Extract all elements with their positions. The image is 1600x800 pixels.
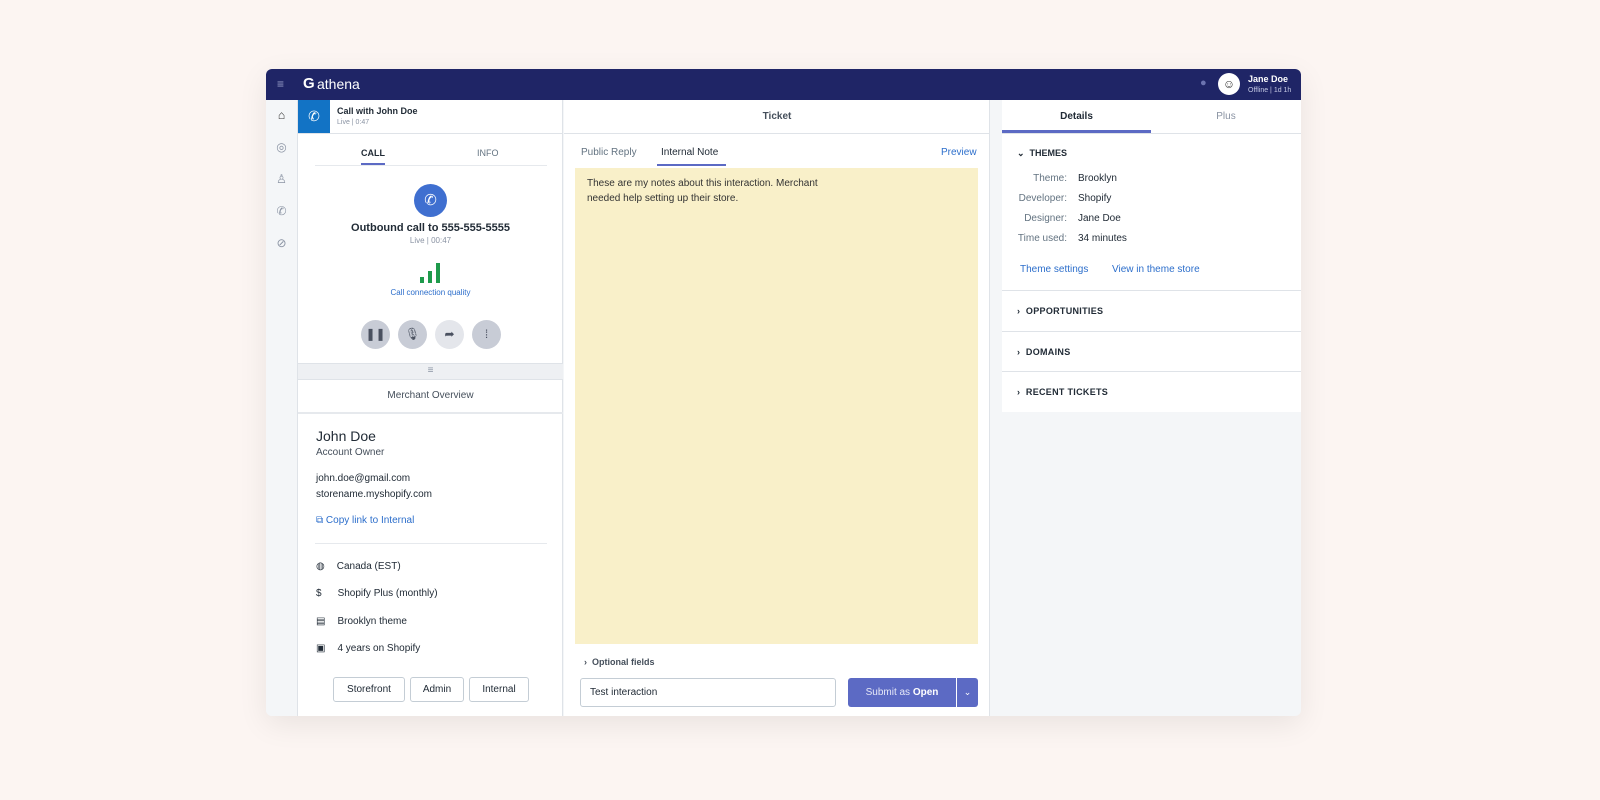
subject-input[interactable]: Test interaction — [580, 678, 836, 707]
developer-label: Developer: — [1018, 193, 1067, 204]
ticket-title: Ticket — [762, 111, 792, 122]
location-text: Canada (EST) — [336, 561, 401, 572]
domains-label: DOMAINS — [1025, 347, 1071, 357]
microphone-icon[interactable]: ● — [1200, 77, 1207, 89]
themes-title: THEMES — [1029, 148, 1068, 158]
tab-plus[interactable]: Plus — [1151, 111, 1301, 122]
theme-icon: ▤ — [316, 616, 326, 627]
internal-button[interactable]: Internal — [469, 677, 529, 702]
nav-rail: ⌂ ◎ ♙ ✆ ⊘ — [266, 100, 298, 716]
merchant-email: john.doe@gmail.com — [316, 473, 411, 484]
tab-info[interactable]: INFO — [477, 148, 499, 158]
connection-quality-link[interactable]: Call connection quality — [298, 288, 563, 297]
compass-icon[interactable]: ⊘ — [266, 228, 297, 260]
chevron-right-icon: › — [1017, 347, 1026, 357]
tenure-text: 4 years on Shopify — [337, 643, 421, 654]
chevron-right-icon: › — [1017, 306, 1026, 316]
avatar[interactable]: ☺ — [1218, 73, 1240, 95]
call-phone-icon: ✆ — [414, 184, 447, 217]
transfer-icon[interactable]: ➦ — [435, 320, 464, 349]
app-window: ≡ G athena ● ☺ Jane Doe Offline | 1d 1h … — [266, 69, 1301, 716]
designer-value: Jane Doe — [1078, 213, 1121, 224]
brand-name: athena — [317, 76, 360, 92]
gift-icon: ▣ — [316, 643, 326, 654]
submit-status: Open — [912, 687, 939, 698]
chevron-down-icon: ⌄ — [1017, 148, 1030, 158]
copy-link-button[interactable]: ⧉ Copy link to Internal — [316, 515, 414, 526]
opportunities-section[interactable]: › OPPORTUNITIES — [1002, 290, 1301, 331]
plan-text: Shopify Plus (monthly) — [337, 588, 438, 599]
preview-link[interactable]: Preview — [941, 147, 977, 158]
call-panel: ✆ Call with John Doe Live | 0:47 CALL IN… — [298, 100, 563, 716]
mute-microphone-icon[interactable]: 🎙 — [398, 320, 427, 349]
tab-details[interactable]: Details — [1002, 111, 1151, 122]
merchant-role: Account Owner — [316, 447, 385, 458]
tab-call[interactable]: CALL — [361, 148, 385, 158]
domains-section[interactable]: › DOMAINS — [1002, 331, 1301, 371]
tenure-row: ▣ 4 years on Shopify — [316, 643, 420, 654]
location-row: ◍ Canada (EST) — [316, 561, 401, 572]
theme-row: ▤ Brooklyn theme — [316, 616, 407, 627]
contacts-icon[interactable]: ♙ — [266, 164, 297, 196]
merchant-name: John Doe — [316, 428, 376, 444]
tab-internal-note[interactable]: Internal Note — [661, 147, 718, 158]
copy-icon: ⧉ — [316, 515, 326, 526]
home-icon[interactable]: ⌂ — [266, 100, 297, 132]
phone-icon: ✆ — [298, 100, 330, 133]
merchant-overview-title: Merchant Overview — [387, 390, 474, 401]
call-live-status: Live | 00:47 — [409, 236, 452, 245]
dollar-icon: $ — [316, 588, 322, 599]
plan-row: $ Shopify Plus (monthly) — [316, 588, 438, 599]
user-name: Jane Doe — [1248, 74, 1289, 84]
layers-icon[interactable]: ◎ — [266, 132, 297, 164]
chevron-right-icon: › — [1017, 387, 1026, 397]
time-used-value: 34 minutes — [1078, 233, 1127, 244]
optional-fields-label: Optional fields — [592, 657, 655, 667]
chevron-right-icon: › — [584, 657, 592, 667]
opportunities-label: OPPORTUNITIES — [1025, 306, 1104, 316]
phone-icon[interactable]: ✆ — [266, 196, 297, 228]
optional-fields-toggle[interactable]: › Optional fields — [584, 657, 655, 667]
logo-icon: G — [303, 75, 315, 92]
theme-settings-link[interactable]: Theme settings — [1020, 264, 1088, 275]
theme-label: Theme: — [1033, 173, 1067, 184]
recent-tickets-section[interactable]: › RECENT TICKETS — [1002, 371, 1301, 412]
time-used-label: Time used: — [1017, 233, 1067, 244]
call-title: Call with John Doe — [337, 106, 418, 116]
keypad-icon[interactable]: ⁞ — [472, 320, 501, 349]
theme-text: Brooklyn theme — [337, 616, 407, 627]
call-status: Live | 0:47 — [337, 119, 370, 126]
ticket-panel: Ticket Public Reply Internal Note Previe… — [564, 100, 990, 716]
menu-icon[interactable]: ≡ — [277, 77, 284, 91]
submit-button[interactable]: Submit as Open — [848, 678, 956, 707]
developer-value: Shopify — [1078, 193, 1112, 204]
storefront-button[interactable]: Storefront — [333, 677, 405, 702]
note-text: These are my notes about this interactio… — [587, 178, 818, 204]
tab-public-reply[interactable]: Public Reply — [581, 147, 637, 158]
designer-label: Designer: — [1024, 213, 1067, 224]
details-panel: Details Plus ⌄ THEMES Theme: Brooklyn De… — [1002, 100, 1301, 412]
user-status: Offline | 1d 1h — [1248, 87, 1292, 94]
globe-icon: ◍ — [316, 561, 325, 572]
call-heading: Outbound call to 555-555-5555 — [351, 222, 510, 234]
signal-icon — [420, 263, 442, 283]
pause-icon[interactable]: ❚❚ — [361, 320, 390, 349]
copy-link-label: Copy link to Internal — [325, 515, 415, 526]
submit-dropdown-chevron-icon[interactable]: ⌄ — [957, 678, 978, 707]
submit-label: Submit as — [865, 687, 913, 698]
themes-section-toggle[interactable]: ⌄ THEMES — [1017, 148, 1067, 159]
internal-note-textarea[interactable]: These are my notes about this interactio… — [575, 168, 978, 644]
recent-tickets-label: RECENT TICKETS — [1025, 387, 1109, 397]
top-bar: ≡ G athena ● ☺ Jane Doe Offline | 1d 1h — [266, 69, 1301, 100]
theme-value: Brooklyn — [1078, 173, 1117, 184]
theme-store-link[interactable]: View in theme store — [1112, 264, 1200, 275]
admin-button[interactable]: Admin — [410, 677, 464, 702]
merchant-store: storename.myshopify.com — [316, 489, 432, 500]
resize-handle[interactable]: ≡ — [298, 363, 563, 380]
